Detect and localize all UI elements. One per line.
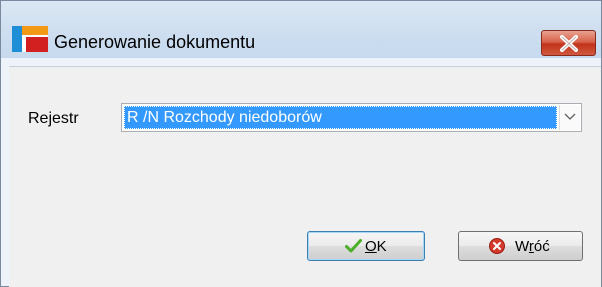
checkmark-icon [345, 238, 362, 258]
chevron-down-icon [564, 113, 576, 120]
title-bar[interactable]: Generowanie dokumentu [1, 1, 601, 58]
close-button[interactable] [541, 30, 596, 56]
dialog-body: Rejestr R /N Rozchody niedoborów OK Wróć [9, 66, 601, 287]
back-button[interactable]: Wróć [458, 231, 583, 261]
cancel-icon [489, 238, 505, 258]
rejestr-label: Rejestr [28, 110, 79, 127]
back-button-label: Wróć [515, 238, 550, 255]
window-title: Generowanie dokumentu [54, 32, 256, 52]
rejestr-selected-value: R /N Rozchody niedoborów [124, 106, 557, 129]
ok-button-label: OK [365, 238, 387, 255]
app-icon [12, 26, 48, 52]
dropdown-arrow-button[interactable] [559, 105, 580, 130]
back-label-rest: óć [533, 238, 550, 255]
back-label-prefix: W [515, 238, 529, 255]
rejestr-select[interactable]: R /N Rozchody niedoborów [121, 103, 582, 132]
ok-button[interactable]: OK [307, 231, 425, 261]
close-icon [560, 35, 578, 52]
ok-label-rest: K [376, 238, 387, 255]
ok-mnemonic: O [365, 238, 377, 255]
dialog-window: Generowanie dokumentu Rejestr R /N Rozch… [0, 0, 602, 287]
